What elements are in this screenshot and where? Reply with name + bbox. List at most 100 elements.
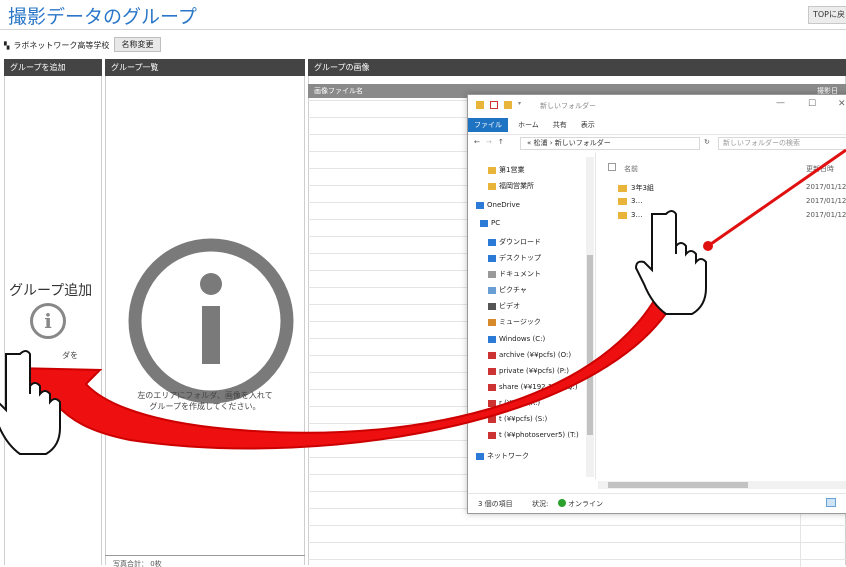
nav-item[interactable]: 福岡営業所: [488, 181, 534, 191]
name-column-header[interactable]: 名前: [624, 164, 638, 174]
grid-row-line: [308, 525, 846, 526]
maximize-icon[interactable]: ☐: [808, 99, 816, 109]
nav-item-label: 福岡営業所: [499, 182, 534, 190]
network-drive-icon: [488, 431, 496, 439]
file-list: 名前 更新日時 3年3組 2017/01/12 3… 2017/01/12 3… 2017…: [598, 153, 846, 479]
grid-row-line: [308, 559, 846, 560]
large-info-icon: [128, 238, 294, 404]
nav-item[interactable]: share (¥¥192.1…) (Q:): [488, 383, 578, 391]
group-add-label: グループ追加: [9, 283, 93, 299]
music-icon: [488, 318, 496, 326]
properties-icon[interactable]: [490, 101, 498, 109]
picture-icon: [488, 286, 496, 294]
online-label: オンライン: [568, 500, 603, 508]
forward-icon[interactable]: →: [486, 138, 492, 146]
file-row[interactable]: 3年3組: [618, 183, 654, 193]
quick-access-dropdown-icon[interactable]: ▾: [518, 100, 521, 107]
address-bar[interactable]: « 松浦 › 新しいフォルダー: [520, 137, 700, 150]
refresh-icon[interactable]: ↻: [704, 138, 710, 146]
nav-item-label: private (¥¥pcfs) (P:): [499, 367, 570, 375]
header-divider: [0, 29, 846, 30]
nav-item[interactable]: ピクチャ: [488, 285, 527, 295]
folder-icon: [618, 184, 627, 192]
item-count: 3 個の項目: [478, 500, 513, 508]
back-icon[interactable]: ←: [474, 138, 480, 146]
nav-item[interactable]: t (¥¥pcfs) (S:): [488, 415, 547, 423]
folder-icon: [488, 166, 496, 174]
details-view-icon[interactable]: [826, 498, 836, 507]
rename-button[interactable]: 名称変更: [114, 37, 161, 52]
nav-item-label: archive (¥¥pcfs) (O:): [499, 351, 572, 359]
info-icon: i: [30, 303, 66, 339]
nav-item-label: t (¥¥photoserver5) (T:): [499, 431, 579, 439]
drive-icon: [488, 335, 496, 343]
add-group-header: グループを追加: [4, 59, 102, 76]
modified-column-header[interactable]: 更新日時: [806, 164, 834, 174]
explorer-titlebar[interactable]: ▾ 新しいフォルダー — ☐ ✕: [468, 95, 846, 117]
drop-instructions-line1: 左のエリアにフォルダ、画像を入れて: [137, 391, 273, 400]
file-explorer-window[interactable]: ▾ 新しいフォルダー — ☐ ✕ ファイル ホーム 共有 表示 ∨ ← → ↑ …: [467, 94, 846, 514]
school-icon: ▚: [4, 41, 10, 50]
network-drive-icon: [488, 367, 496, 375]
page-title: 撮影データのグループ: [8, 6, 197, 28]
group-list-header: グループ一覧: [105, 59, 305, 76]
video-icon: [488, 302, 496, 310]
nav-item[interactable]: ビデオ: [488, 301, 520, 311]
nav-item[interactable]: t (¥¥photoserver5) (T:): [488, 431, 579, 439]
new-folder-icon[interactable]: [504, 101, 512, 109]
desktop-icon: [488, 254, 496, 262]
nav-item[interactable]: 第1営業: [488, 165, 524, 175]
select-all-checkbox[interactable]: [608, 163, 616, 171]
online-icon: [558, 499, 566, 507]
filename-column-header[interactable]: 画像ファイル名: [314, 87, 363, 95]
nav-item-label: Windows (C:): [499, 335, 546, 343]
nav-item-label: ミュージック: [499, 318, 541, 326]
nav-item-label: share (¥¥192.1…) (Q:): [499, 383, 578, 391]
close-icon[interactable]: ✕: [838, 99, 846, 109]
top-button[interactable]: TOPに戻る: [808, 6, 846, 24]
horizontal-scrollbar-thumb[interactable]: [608, 482, 748, 488]
nav-item[interactable]: private (¥¥pcfs) (P:): [488, 367, 569, 375]
nav-item[interactable]: OneDrive: [476, 201, 520, 209]
ribbon-tab-file[interactable]: ファイル: [468, 117, 508, 132]
ribbon-tab-view[interactable]: 表示: [581, 120, 595, 130]
nav-item[interactable]: ミュージック: [488, 317, 541, 327]
network-drive-icon: [488, 351, 496, 359]
nav-item-label: ビデオ: [499, 302, 520, 310]
nav-item-label: OneDrive: [487, 201, 520, 209]
file-row[interactable]: 3…: [618, 211, 642, 219]
ribbon-tab-share[interactable]: 共有: [553, 120, 567, 130]
nav-item-label: PC: [491, 219, 501, 227]
drop-hint-text: ダを: [62, 351, 78, 360]
file-row[interactable]: 3…: [618, 197, 642, 205]
nav-item[interactable]: PC: [480, 219, 500, 227]
explorer-search-input[interactable]: 新しいフォルダーの検索: [718, 137, 846, 150]
nav-item[interactable]: ダウンロード: [488, 237, 541, 247]
nav-item[interactable]: r (¥¥…) (R:): [488, 399, 540, 407]
cloud-icon: [476, 201, 484, 209]
nav-item[interactable]: Windows (C:): [488, 335, 545, 343]
nav-item[interactable]: archive (¥¥pcfs) (O:): [488, 351, 571, 359]
document-icon: [488, 270, 496, 278]
folder-icon: [618, 211, 627, 219]
minimize-icon[interactable]: —: [776, 98, 785, 108]
network-drive-icon: [488, 415, 496, 423]
nav-item-label: ダウンロード: [499, 238, 541, 246]
explorer-ribbon: ファイル ホーム 共有 表示 ∨: [468, 117, 846, 132]
up-icon[interactable]: ↑: [498, 138, 504, 146]
ribbon-tab-home[interactable]: ホーム: [518, 120, 539, 130]
nav-item[interactable]: ネットワーク: [476, 451, 529, 461]
network-drive-icon: [488, 383, 496, 391]
network-icon: [476, 452, 484, 460]
school-name: ラボネットワーク高等学校: [13, 41, 110, 50]
file-modified-date: 2017/01/12: [806, 183, 846, 191]
pc-icon: [480, 219, 488, 227]
nav-item-label: 第1営業: [499, 166, 525, 174]
address-path: « 松浦 › 新しいフォルダー: [527, 139, 611, 147]
drop-instructions: 左のエリアにフォルダ、画像を入れて グループを作成してください。: [105, 390, 305, 412]
nav-item[interactable]: ドキュメント: [488, 269, 541, 279]
file-modified-date: 2017/01/12: [806, 197, 846, 205]
drop-instructions-line2: グループを作成してください。: [149, 402, 261, 411]
nav-item[interactable]: デスクトップ: [488, 253, 541, 263]
nav-scrollbar-thumb[interactable]: [587, 255, 593, 435]
